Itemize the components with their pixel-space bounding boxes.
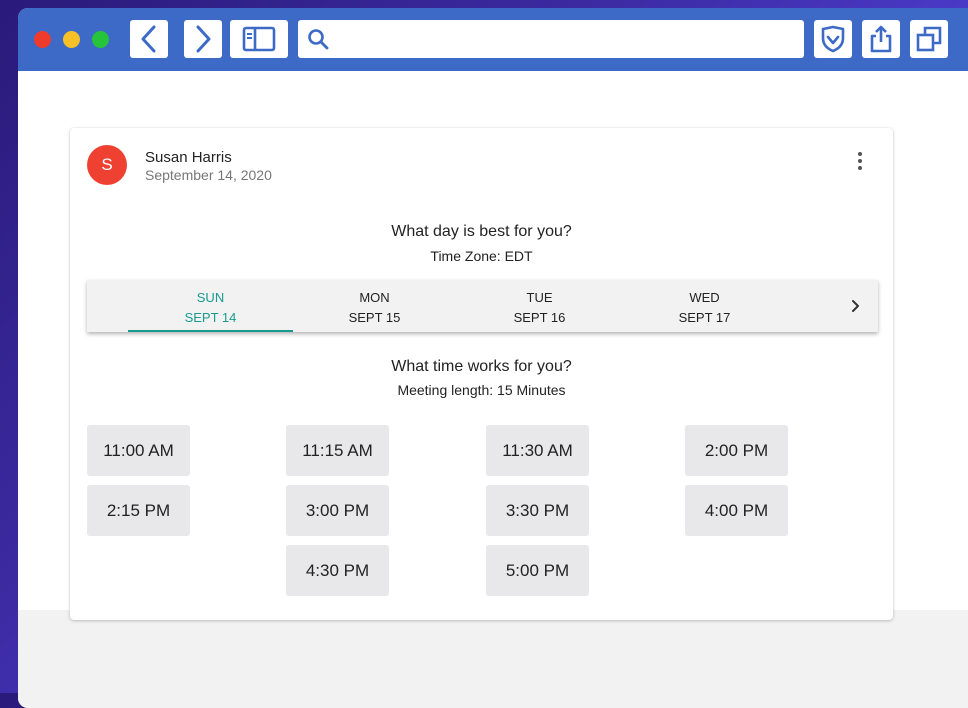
sidebar-toggle-button[interactable] (230, 20, 288, 58)
time-slot-button[interactable]: 4:30 PM (286, 545, 389, 596)
browser-toolbar (18, 8, 968, 71)
forward-button[interactable] (184, 20, 222, 58)
day-date: SEPT 17 (678, 310, 731, 325)
time-slot-button[interactable]: 2:00 PM (685, 425, 788, 476)
share-button[interactable] (862, 20, 900, 58)
more-options-icon[interactable] (852, 150, 868, 172)
tabs-icon (916, 26, 942, 52)
browser-window: S Susan Harris September 14, 2020 What d… (18, 8, 968, 708)
chevron-right-icon[interactable] (846, 296, 866, 316)
day-tab-wed[interactable]: WED SEPT 17 (622, 280, 787, 332)
day-date: SEPT 14 (184, 310, 237, 325)
meeting-length-label: Meeting length: 15 Minutes (397, 382, 566, 398)
address-input[interactable] (335, 23, 804, 55)
share-icon (870, 25, 892, 53)
back-button[interactable] (130, 20, 168, 58)
timezone-label: Time Zone: EDT (430, 248, 533, 264)
day-date: SEPT 15 (348, 310, 401, 325)
time-slot-button[interactable]: 2:15 PM (87, 485, 190, 536)
chevron-left-icon (141, 25, 156, 53)
post-date: September 14, 2020 (145, 167, 272, 183)
time-slot-button[interactable]: 11:00 AM (87, 425, 190, 476)
day-tab-tue[interactable]: TUE SEPT 16 (457, 280, 622, 332)
search-icon (308, 29, 329, 50)
maximize-window-button[interactable] (92, 31, 109, 48)
chevron-right-icon (196, 25, 211, 53)
scheduling-card: S Susan Harris September 14, 2020 What d… (70, 128, 893, 620)
address-bar[interactable] (298, 20, 804, 58)
time-question: What time works for you? (391, 358, 572, 375)
time-slot-button[interactable]: 11:15 AM (286, 425, 389, 476)
day-tabs: SUN SEPT 14 MON SEPT 15 TUE SEPT 16 WED … (87, 280, 878, 332)
day-tab-mon[interactable]: MON SEPT 15 (292, 280, 457, 332)
sidebar-icon (242, 26, 276, 52)
day-question: What day is best for you? (391, 223, 572, 240)
time-slot-button[interactable]: 4:00 PM (685, 485, 788, 536)
day-tab-sun[interactable]: SUN SEPT 14 (128, 280, 293, 332)
page-footer-area (18, 610, 968, 708)
author-name: Susan Harris (145, 149, 232, 166)
shield-icon (821, 25, 845, 53)
day-date: SEPT 16 (513, 310, 566, 325)
privacy-shield-button[interactable] (814, 20, 852, 58)
day-name: MON (359, 290, 390, 305)
time-slot-button[interactable]: 5:00 PM (486, 545, 589, 596)
day-name: TUE (526, 290, 553, 305)
avatar: S (87, 145, 127, 185)
time-slot-button[interactable]: 3:30 PM (486, 485, 589, 536)
minimize-window-button[interactable] (63, 31, 80, 48)
time-slot-button[interactable]: 3:00 PM (286, 485, 389, 536)
close-window-button[interactable] (34, 31, 51, 48)
day-name: SUN (196, 290, 225, 305)
time-slot-button[interactable]: 11:30 AM (486, 425, 589, 476)
tabs-overview-button[interactable] (910, 20, 948, 58)
day-name: WED (689, 290, 720, 305)
